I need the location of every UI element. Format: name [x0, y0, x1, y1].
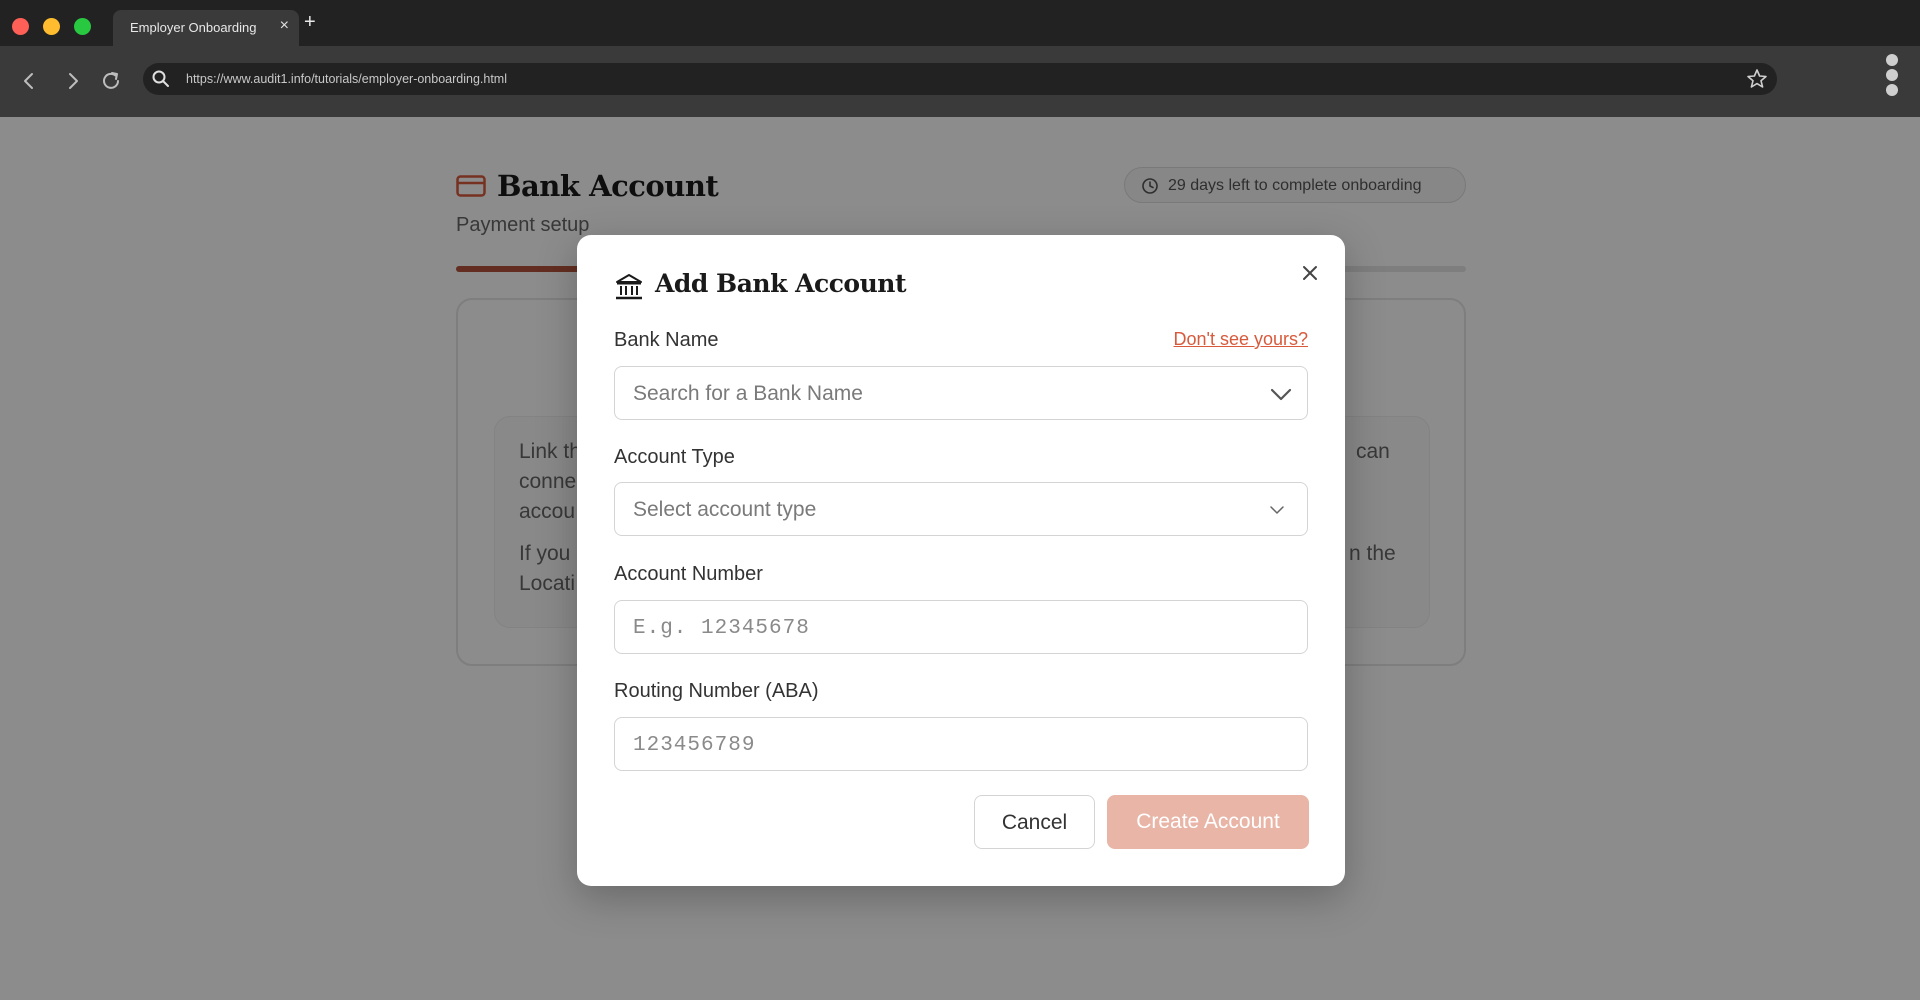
routing-number-input[interactable]: 123456789 [614, 717, 1308, 771]
account-type-label: Account Type [614, 446, 735, 468]
close-window-button[interactable] [12, 18, 29, 35]
tab-close-icon[interactable]: × [280, 17, 289, 35]
account-number-placeholder: E.g. 12345678 [633, 617, 810, 640]
dont-see-yours-link[interactable]: Don't see yours? [1173, 329, 1308, 350]
browser-tab[interactable]: Employer Onboarding × [113, 10, 299, 46]
maximize-window-button[interactable] [74, 18, 91, 35]
bank-name-label: Bank Name [614, 329, 719, 351]
account-type-placeholder: Select account type [633, 498, 817, 521]
account-number-input[interactable]: E.g. 12345678 [614, 600, 1308, 654]
chevron-down-icon [1270, 388, 1292, 401]
chevron-down-icon [1270, 506, 1284, 514]
routing-number-placeholder: 123456789 [633, 734, 756, 757]
browser-toolbar: https://www.audit1.info/tutorials/employ… [0, 46, 1920, 117]
back-icon[interactable] [16, 68, 42, 94]
create-account-button-label: Create Account [1136, 810, 1280, 833]
routing-number-label: Routing Number (ABA) [614, 680, 819, 702]
new-tab-button[interactable]: + [304, 12, 316, 32]
browser-tab-bar: Employer Onboarding × + [0, 0, 1920, 46]
menu-icon[interactable] [1886, 54, 1900, 102]
address-bar[interactable]: https://www.audit1.info/tutorials/employ… [143, 63, 1777, 95]
search-icon [152, 70, 169, 87]
bank-icon [616, 274, 642, 300]
account-number-label: Account Number [614, 563, 763, 585]
tab-title: Employer Onboarding [130, 20, 257, 35]
cancel-button-label: Cancel [1001, 811, 1068, 834]
url-text: https://www.audit1.info/tutorials/employ… [186, 72, 507, 86]
close-icon[interactable] [1297, 260, 1323, 286]
modal-title: Add Bank Account [655, 269, 907, 298]
minimize-window-button[interactable] [43, 18, 60, 35]
bank-name-placeholder: Search for a Bank Name [633, 382, 863, 405]
star-icon[interactable] [1745, 67, 1769, 91]
cancel-button[interactable]: Cancel [974, 795, 1095, 849]
reload-icon[interactable] [98, 68, 124, 94]
bank-name-select[interactable]: Search for a Bank Name [614, 366, 1308, 420]
account-type-select[interactable]: Select account type [614, 482, 1308, 536]
forward-icon[interactable] [60, 68, 86, 94]
add-bank-account-modal: Add Bank Account Bank Name Don't see you… [577, 235, 1345, 886]
create-account-button[interactable]: Create Account [1107, 795, 1309, 849]
